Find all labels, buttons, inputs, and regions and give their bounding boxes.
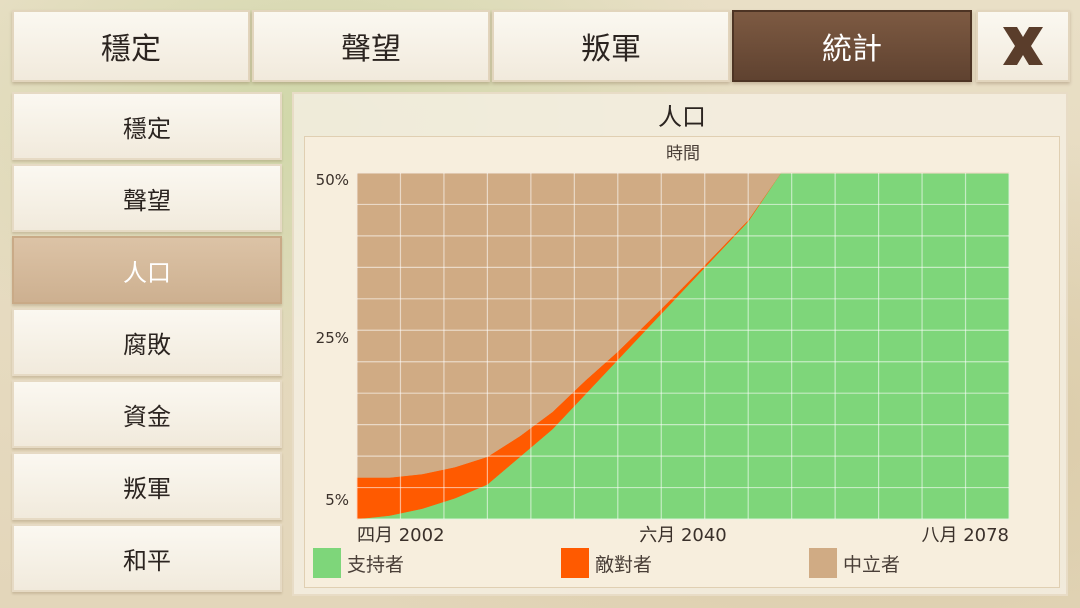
sidebar-item-stability[interactable]: 穩定	[12, 92, 282, 160]
tab-rebels[interactable]: 叛軍	[492, 10, 730, 82]
population-chart: 時間 50% 25% 5% 四月 2002 六月 2040 八月 2078 支持者 敵對者 …	[304, 136, 1060, 588]
legend-label: 支持者	[347, 553, 405, 576]
chart-svg: 時間 50% 25% 5% 四月 2002 六月 2040 八月 2078	[316, 144, 1010, 546]
legend-item-supporters: 支持者	[313, 547, 404, 579]
tab-reputation[interactable]: 聲望	[252, 10, 490, 82]
sidebar-item-corruption[interactable]: 腐敗	[12, 308, 282, 376]
tab-reputation-label: 聲望	[341, 32, 401, 67]
sidebar-item-funds[interactable]: 資金	[12, 380, 282, 448]
chart-title: 時間	[666, 144, 700, 164]
x-tick-label: 四月 2002	[357, 525, 445, 546]
sidebar-item-label: 和平	[123, 546, 171, 575]
sidebar-item-label: 叛軍	[123, 474, 171, 503]
sidebar-item-label: 人口	[123, 258, 171, 287]
y-tick-label: 25%	[316, 329, 349, 347]
panel-title: 人口	[658, 102, 706, 131]
sidebar-item-peace[interactable]: 和平	[12, 524, 282, 592]
sidebar-item-population[interactable]: 人口	[12, 236, 282, 304]
y-tick-label: 50%	[316, 171, 349, 189]
tab-stability-label: 穩定	[101, 32, 161, 67]
close-x-icon	[1003, 27, 1043, 65]
y-tick-label: 5%	[325, 491, 349, 509]
tab-statistics[interactable]: 統計	[732, 10, 972, 82]
sidebar-item-reputation[interactable]: 聲望	[12, 164, 282, 232]
stats-sidebar: 穩定 聲望 人口 腐敗 資金 叛軍 和平	[12, 92, 282, 596]
legend-label: 敵對者	[595, 553, 653, 576]
tab-stability[interactable]: 穩定	[12, 10, 250, 82]
x-tick-label: 八月 2078	[921, 525, 1009, 546]
legend-item-hostile: 敵對者	[561, 547, 652, 579]
top-tab-bar: 穩定 聲望 叛軍 統計	[0, 0, 1080, 86]
close-button[interactable]	[976, 10, 1070, 82]
sidebar-item-label: 聲望	[123, 186, 171, 215]
sidebar-item-rebels[interactable]: 叛軍	[12, 452, 282, 520]
legend-swatch	[809, 548, 837, 578]
tab-rebels-label: 叛軍	[581, 32, 641, 67]
sidebar-item-label: 腐敗	[123, 330, 171, 359]
sidebar-item-label: 穩定	[123, 114, 171, 143]
x-tick-label: 六月 2040	[639, 525, 727, 546]
legend-item-neutral: 中立者	[809, 547, 900, 579]
stats-panel: 人口 時間 50% 25% 5% 四月 2002 六月 2040 八月 2078 支持者 敵…	[292, 92, 1068, 596]
tab-statistics-label: 統計	[822, 32, 882, 67]
legend-swatch	[313, 548, 341, 578]
sidebar-item-label: 資金	[123, 402, 171, 431]
legend-label: 中立者	[843, 553, 901, 576]
legend-swatch	[561, 548, 589, 578]
